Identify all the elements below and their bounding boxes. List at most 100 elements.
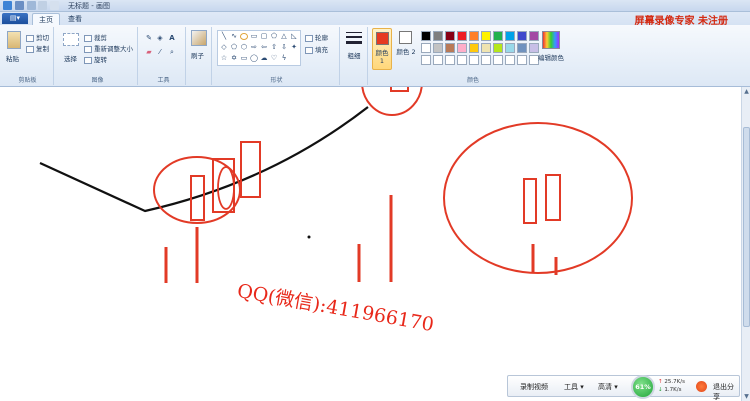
paint-menu-button[interactable]: ▤▾ (2, 13, 28, 24)
resize-button[interactable]: 重新调整大小 (84, 43, 133, 53)
custom-color-swatch[interactable] (505, 55, 515, 65)
color2-button[interactable]: 颜色 2 (396, 28, 416, 70)
cut-button[interactable]: 剪切 (26, 32, 49, 42)
color1-button[interactable]: 颜色 1 (372, 28, 392, 70)
edit-colors-button[interactable]: 编辑颜色 (538, 52, 564, 62)
curve-shape-icon[interactable]: ∿ (230, 33, 238, 40)
customize-quick-access-icon[interactable] (50, 1, 59, 10)
text-icon[interactable]: A (168, 35, 176, 42)
rotate-button[interactable]: 旋转 (84, 54, 107, 64)
select-icon[interactable] (63, 33, 79, 46)
palette-swatch[interactable] (445, 31, 455, 41)
tab-view[interactable]: 查看 (62, 13, 88, 25)
palette-swatch[interactable] (433, 43, 443, 53)
palette-swatch[interactable] (433, 31, 443, 41)
size-button[interactable]: 粗细 (347, 52, 361, 60)
redo-icon[interactable] (38, 1, 47, 10)
pencil-icon[interactable]: ✎ (145, 35, 153, 42)
polygon-shape-icon[interactable]: ⬠ (270, 33, 278, 40)
brush-icon[interactable] (191, 30, 207, 46)
palette-swatch[interactable] (517, 31, 527, 41)
tools-group: ✎ ◈ A ▰ ⁄ ⌕ 工具 (142, 27, 186, 85)
paste-icon[interactable] (7, 31, 21, 49)
outline-button[interactable]: 轮廓 (305, 32, 328, 42)
brushes-button[interactable]: 刷子 (191, 50, 204, 60)
palette-swatch[interactable] (481, 31, 491, 41)
custom-color-swatch[interactable] (517, 55, 527, 65)
exit-share-button[interactable]: 退出分享 (713, 382, 739, 401)
arrow-down-shape-icon[interactable]: ⇩ (280, 44, 288, 51)
title-bar: 无标题 - 画图 (0, 0, 750, 12)
custom-color-swatch[interactable] (469, 55, 479, 65)
callout-cloud-shape-icon[interactable]: ☁ (260, 55, 268, 62)
custom-color-swatch[interactable] (457, 55, 467, 65)
color-picker-icon[interactable]: ⁄ (156, 49, 164, 56)
star4-shape-icon[interactable]: ✦ (290, 44, 298, 51)
heart-shape-icon[interactable]: ♡ (270, 55, 278, 62)
callout-oval-shape-icon[interactable]: ◯ (250, 55, 258, 62)
recorder-tools-button[interactable]: 工具 ▾ (564, 382, 584, 392)
copy-button[interactable]: 复制 (26, 43, 49, 53)
oval-shape-icon[interactable] (240, 33, 248, 40)
custom-color-swatch[interactable] (445, 55, 455, 65)
canvas-dot (307, 235, 311, 239)
eraser-icon[interactable]: ▰ (145, 49, 153, 56)
palette-swatch[interactable] (457, 43, 467, 53)
paint-app-icon[interactable] (3, 1, 12, 10)
custom-color-swatch[interactable] (481, 55, 491, 65)
diamond-shape-icon[interactable]: ◇ (220, 44, 228, 51)
rectangle-shape-icon[interactable]: ▭ (250, 33, 258, 40)
palette-swatch[interactable] (445, 43, 455, 53)
arrow-left-shape-icon[interactable]: ⇦ (260, 44, 268, 51)
palette-swatch[interactable] (493, 43, 503, 53)
palette-swatch[interactable] (457, 31, 467, 41)
palette-swatch[interactable] (505, 31, 515, 41)
palette-swatch[interactable] (493, 31, 503, 41)
palette-swatch[interactable] (469, 43, 479, 53)
custom-color-swatch[interactable] (433, 55, 443, 65)
share-status-icon[interactable] (696, 381, 707, 392)
drawing-canvas[interactable]: QQ(微信):411966170 (0, 48, 741, 401)
palette-swatch[interactable] (505, 43, 515, 53)
vertical-scrollbar[interactable]: ▲ ▼ (741, 87, 750, 401)
tab-home[interactable]: 主页 (32, 13, 60, 25)
pentagon-shape-icon[interactable]: ⬠ (230, 44, 238, 51)
scroll-up-icon[interactable]: ▲ (743, 88, 750, 95)
scroll-thumb[interactable] (743, 127, 750, 327)
quality-button[interactable]: 高清 ▾ (598, 382, 618, 392)
arrow-up-shape-icon[interactable]: ⇧ (270, 44, 278, 51)
record-video-button[interactable]: 录制视频 (520, 382, 548, 392)
scroll-down-icon[interactable]: ▼ (743, 393, 750, 400)
fill-button[interactable]: 填充 (305, 44, 328, 54)
palette-swatch[interactable] (469, 31, 479, 41)
crop-icon (84, 34, 92, 42)
select-button[interactable]: 选择 (64, 53, 77, 63)
magnifier-icon[interactable]: ⌕ (168, 49, 176, 56)
lightning-shape-icon[interactable]: ϟ (280, 55, 288, 62)
star5-shape-icon[interactable]: ☆ (220, 55, 228, 62)
star6-shape-icon[interactable]: ✡ (230, 55, 238, 62)
line-shape-icon[interactable]: ╲ (220, 33, 228, 40)
palette-swatch[interactable] (481, 43, 491, 53)
arrow-right-shape-icon[interactable]: ⇨ (250, 44, 258, 51)
fill-bucket-icon[interactable]: ◈ (156, 35, 164, 42)
hexagon-shape-icon[interactable]: ⬡ (240, 44, 248, 51)
brushes-group: 刷子 (188, 27, 212, 85)
paste-button[interactable]: 粘贴 (6, 53, 19, 63)
save-icon[interactable] (15, 1, 24, 10)
crop-button[interactable]: 裁剪 (84, 32, 107, 42)
upload-speed: ↑ 25.7K/s (658, 379, 685, 385)
palette-swatch[interactable] (517, 43, 527, 53)
undo-icon[interactable] (27, 1, 36, 10)
palette-swatch[interactable] (421, 43, 431, 53)
callout-rect-shape-icon[interactable]: ▭ (240, 55, 248, 62)
palette-swatch[interactable] (529, 31, 539, 41)
edit-colors-icon[interactable] (542, 31, 560, 49)
palette-swatch[interactable] (421, 31, 431, 41)
right-triangle-shape-icon[interactable]: ◺ (290, 33, 298, 40)
rounded-rect-shape-icon[interactable]: ▢ (260, 33, 268, 40)
triangle-shape-icon[interactable]: △ (280, 33, 288, 40)
custom-color-swatch[interactable] (493, 55, 503, 65)
custom-color-swatch[interactable] (421, 55, 431, 65)
line-size-icon[interactable] (346, 32, 362, 48)
